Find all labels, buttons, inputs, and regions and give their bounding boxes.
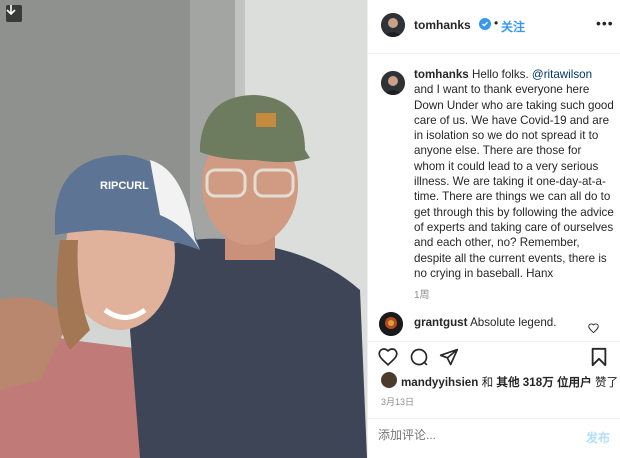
caption-timestamp[interactable]: 1周 <box>414 286 430 301</box>
author-username[interactable]: tomhanks <box>414 18 471 32</box>
caption-text-start: Hello folks. <box>472 68 532 81</box>
comment-item: grantgust Absolute legend. <box>414 316 556 329</box>
caption-author-avatar[interactable] <box>381 71 405 95</box>
verified-badge-icon <box>479 18 491 30</box>
follow-button[interactable]: 关注 <box>501 18 525 35</box>
photo-illustration: RIPCURL <box>0 0 367 458</box>
author-avatar[interactable] <box>381 13 405 37</box>
post-photo[interactable]: RIPCURL <box>0 0 367 458</box>
comment-author[interactable]: grantgust <box>414 316 467 329</box>
share-icon[interactable] <box>439 347 459 372</box>
likes-suffix: 赞了 <box>594 376 619 389</box>
more-options-icon[interactable]: ••• <box>596 15 614 31</box>
post-side-panel: tomhanks • 关注 ••• tomhanks Hello folks. … <box>367 0 620 458</box>
post-caption: tomhanks Hello folks. @ritawilson and I … <box>414 67 614 281</box>
svg-text:RIPCURL: RIPCURL <box>100 180 149 192</box>
comment-like-heart-icon[interactable] <box>588 320 599 338</box>
caption-mention-link[interactable]: @ritawilson <box>532 68 592 81</box>
liker-avatar[interactable] <box>381 372 397 388</box>
post-date[interactable]: 3月13日 <box>381 395 414 408</box>
bookmark-icon[interactable] <box>590 347 608 372</box>
commenter-avatar[interactable] <box>379 312 403 336</box>
comment-input[interactable] <box>378 428 568 442</box>
like-heart-icon[interactable] <box>378 347 398 371</box>
likes-others-count[interactable]: 其他 318万 位用户 <box>496 376 591 389</box>
post-actions-bar <box>368 341 620 371</box>
post-header: tomhanks • 关注 ••• <box>368 0 620 54</box>
liker-username[interactable]: mandyyihsien <box>401 376 478 389</box>
comment-bubble-icon[interactable] <box>409 347 429 372</box>
comment-text: Absolute legend. <box>470 316 557 329</box>
comment-composer: 发布 <box>368 418 620 458</box>
caption-author[interactable]: tomhanks <box>414 68 469 81</box>
likes-summary: mandyyihsien 和 其他 318万 位用户 赞了 <box>401 374 618 390</box>
download-icon[interactable] <box>6 5 22 22</box>
caption-text-rest: and I want to thank everyone here Down U… <box>414 83 614 280</box>
likes-connector: 和 <box>481 376 497 389</box>
header-separator: • <box>494 16 499 30</box>
post-comment-button[interactable]: 发布 <box>586 429 610 446</box>
